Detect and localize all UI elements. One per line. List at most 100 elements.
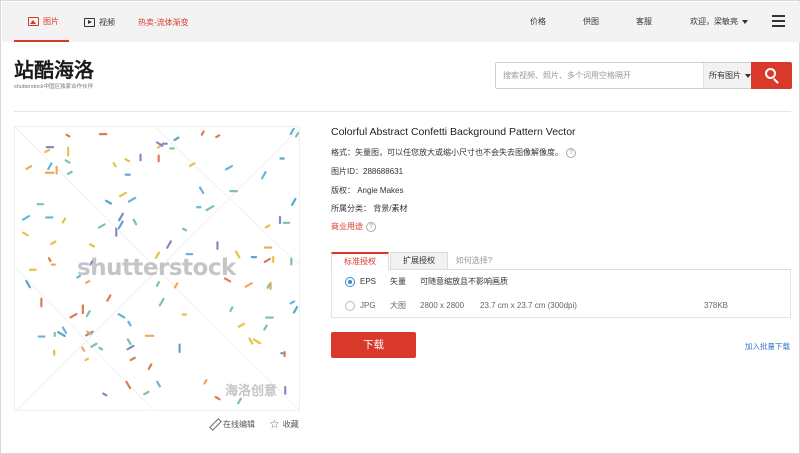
download-button[interactable]: 下载 xyxy=(331,332,416,358)
confetti-piece xyxy=(155,281,161,287)
confetti-piece xyxy=(147,363,153,371)
image-preview[interactable]: shutterstock 海洛创意 xyxy=(14,126,300,411)
tab-images[interactable]: 图片 xyxy=(14,2,69,42)
confetti-piece xyxy=(67,146,70,157)
confetti-piece xyxy=(265,316,274,319)
option-file-size: 378KB xyxy=(704,301,729,310)
top-navigation-bar: 图片 视频 热卖-流体渐变 价格 供图 客服 欢迎，梁敏亮 xyxy=(2,2,800,42)
confetti-piece xyxy=(81,346,86,352)
search-button[interactable] xyxy=(751,62,792,89)
user-menu[interactable]: 欢迎，梁敏亮 xyxy=(690,2,748,42)
help-icon[interactable]: ? xyxy=(366,221,376,232)
search-filter-dropdown[interactable]: 所有图片 xyxy=(703,63,751,88)
option-eps[interactable]: EPS 矢量 可随意缩放且不影响画质 xyxy=(332,270,790,294)
confetti-piece xyxy=(290,257,293,266)
confetti-piece xyxy=(144,334,155,337)
nav-supply-link[interactable]: 供图 xyxy=(583,2,599,42)
confetti-piece xyxy=(55,165,58,175)
watermark-shutterstock: shutterstock xyxy=(77,255,236,281)
confetti-piece xyxy=(65,133,71,138)
confetti-piece xyxy=(278,215,282,225)
confetti-piece xyxy=(115,227,118,237)
confetti-piece xyxy=(279,157,285,160)
confetti-piece xyxy=(126,338,132,346)
confetti-piece xyxy=(250,256,258,259)
confetti-piece xyxy=(229,190,238,193)
confetti-piece xyxy=(117,313,126,319)
help-icon[interactable]: ? xyxy=(566,147,576,158)
confetti-piece xyxy=(158,297,165,307)
confetti-piece xyxy=(224,164,233,171)
confetti-piece xyxy=(88,243,96,248)
confetti-piece xyxy=(263,324,268,331)
commercial-use-link[interactable]: 商业用途 xyxy=(331,221,363,232)
confetti-piece xyxy=(205,205,215,212)
option-kind: 大图 xyxy=(390,301,406,310)
confetti-piece xyxy=(47,257,52,263)
confetti-piece xyxy=(40,297,43,308)
confetti-piece xyxy=(272,255,275,264)
confetti-piece xyxy=(36,203,45,206)
tab-standard-license[interactable]: 标准授权 xyxy=(331,252,389,271)
header-divider xyxy=(14,111,791,112)
hot-sale-link[interactable]: 热卖-流体渐变 xyxy=(138,2,189,42)
confetti-piece xyxy=(25,165,33,171)
category-info: 所属分类： 背景/素材 xyxy=(331,204,408,213)
confetti-piece xyxy=(260,171,267,180)
confetti-piece xyxy=(169,147,175,150)
pencil-icon xyxy=(209,419,220,430)
search-bar: 所有图片 xyxy=(495,62,792,89)
site-logo[interactable]: 站酷海洛 shutterstock中国区独家合作伙伴 xyxy=(14,58,94,90)
hamburger-menu-icon[interactable] xyxy=(772,15,785,28)
confetti-piece xyxy=(198,186,205,195)
confetti-piece xyxy=(292,305,299,314)
confetti-piece xyxy=(182,227,188,232)
edit-online-button[interactable]: 在线编辑 xyxy=(209,417,255,431)
confetti-piece xyxy=(289,300,296,305)
confetti-piece xyxy=(283,351,286,358)
image-icon xyxy=(28,16,39,26)
confetti-piece xyxy=(127,196,137,203)
confetti-piece xyxy=(215,134,221,139)
confetti-piece xyxy=(290,197,297,206)
search-input[interactable] xyxy=(496,63,703,88)
image-title: Colorful Abstract Confetti Background Pa… xyxy=(331,126,576,138)
format-info: 格式：矢量图，可以任您放大或缩小尺寸也不会失去图像解像度。 ? xyxy=(331,147,576,158)
confetti-piece xyxy=(85,310,91,318)
confetti-piece xyxy=(156,380,161,388)
confetti-piece xyxy=(124,173,131,176)
user-greeting: 欢迎，梁敏亮 xyxy=(690,17,738,26)
confetti-piece xyxy=(229,306,234,312)
logo-subtitle: shutterstock中国区独家合作伙伴 xyxy=(14,84,94,90)
confetti-piece xyxy=(127,320,132,327)
radio-eps[interactable] xyxy=(345,277,355,287)
copyright-info: 版权： Angie Makes xyxy=(331,186,404,195)
confetti-piece xyxy=(69,312,78,319)
star-icon: ☆ xyxy=(269,417,280,431)
nav-price-link[interactable]: 价格 xyxy=(530,2,546,42)
confetti-piece xyxy=(118,191,127,198)
option-jpg[interactable]: JPG 大图 2800 x 2800 23.7 cm x 23.7 cm (30… xyxy=(332,294,790,318)
confetti-piece xyxy=(104,199,113,205)
nav-service-link[interactable]: 客服 xyxy=(636,2,652,42)
option-print-size: 23.7 cm x 23.7 cm (300dpi) xyxy=(480,301,577,310)
confetti-piece xyxy=(166,240,172,249)
confetti-piece xyxy=(50,240,57,246)
favorite-button[interactable]: ☆ 收藏 xyxy=(269,417,299,431)
confetti-piece xyxy=(53,349,56,356)
tab-extended-license[interactable]: 扩展授权 xyxy=(390,252,448,270)
confetti-piece xyxy=(248,337,254,345)
confetti-piece xyxy=(161,142,168,145)
confetti-piece xyxy=(157,154,160,163)
option-description: 可随意缩放且不影响画质 xyxy=(420,277,508,286)
confetti-piece xyxy=(53,331,56,338)
confetti-piece xyxy=(61,326,68,334)
confetti-piece xyxy=(214,395,221,401)
tab-video[interactable]: 视频 xyxy=(82,2,132,42)
how-to-choose-link[interactable]: 如何选择? xyxy=(449,252,499,270)
add-bulk-download-link[interactable]: 加入批量下载 xyxy=(745,341,790,352)
confetti-piece xyxy=(216,241,219,250)
confetti-piece xyxy=(203,379,208,385)
video-icon xyxy=(84,17,95,27)
radio-jpg[interactable] xyxy=(345,301,355,311)
